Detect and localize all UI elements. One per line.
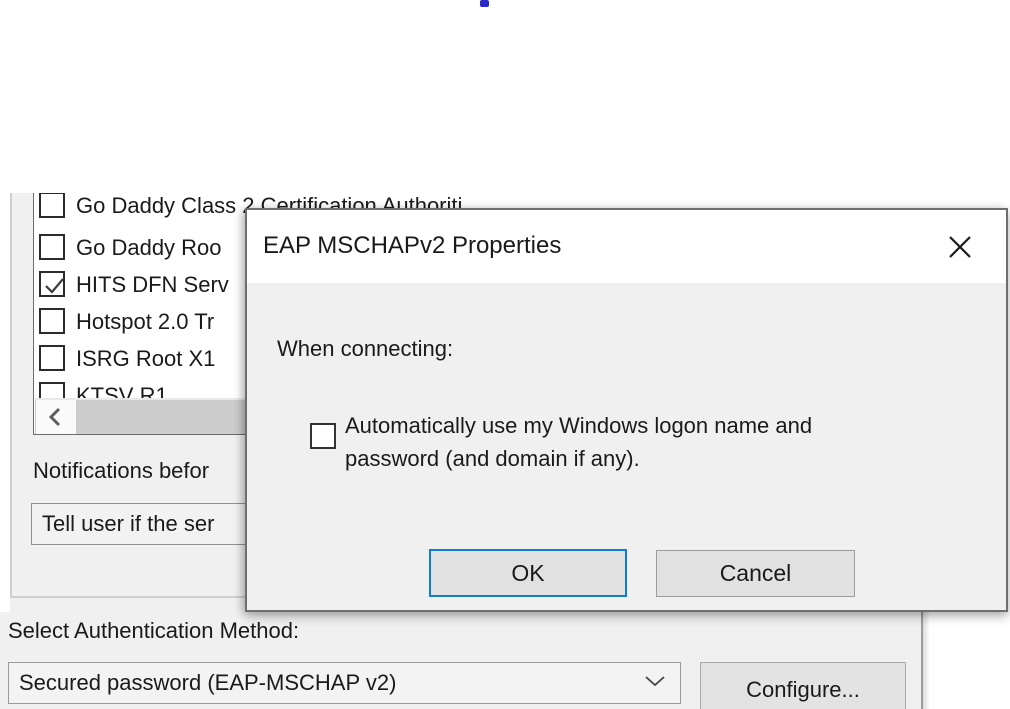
auto-logon-label-line1: Automatically use my Windows logon name … <box>345 409 812 442</box>
checkbox-unchecked[interactable] <box>39 308 65 334</box>
screen: Go Daddy Class 2 Certification Authoriti… <box>0 0 1010 709</box>
notifications-label: Notifications befor <box>33 458 209 484</box>
ok-button[interactable]: OK <box>429 549 627 597</box>
groupbox-bottom-border <box>10 596 246 598</box>
when-connecting-label: When connecting: <box>277 336 453 362</box>
cancel-button[interactable]: Cancel <box>656 550 855 597</box>
checkbox-unchecked[interactable] <box>39 193 65 218</box>
configure-button[interactable]: Configure... <box>700 662 906 709</box>
close-icon <box>946 233 974 261</box>
chevron-left-icon <box>44 403 68 431</box>
list-item-label: Go Daddy Roo <box>76 235 222 261</box>
groupbox-left-border <box>10 193 12 597</box>
checkbox-checked[interactable] <box>39 271 65 297</box>
auto-logon-label-line2: password (and domain if any). <box>345 442 812 475</box>
dialog-titlebar: EAP MSCHAPv2 Properties <box>247 210 1006 283</box>
chevron-down-icon <box>644 674 666 692</box>
list-item-label: ISRG Root X1 <box>76 346 215 372</box>
dialog-title: EAP MSCHAPv2 Properties <box>263 232 561 260</box>
list-item-label: Hotspot 2.0 Tr <box>76 309 214 335</box>
check-icon <box>41 273 67 299</box>
scroll-left-button[interactable] <box>36 400 76 434</box>
auto-logon-checkbox[interactable] <box>310 423 336 449</box>
auth-method-label: Select Authentication Method: <box>8 618 299 644</box>
notifications-dropdown-value: Tell user if the ser <box>42 511 214 537</box>
eap-mschapv2-dialog: EAP MSCHAPv2 Properties When connecting:… <box>245 208 1008 612</box>
checkbox-unchecked[interactable] <box>39 345 65 371</box>
blue-dot-artifact <box>480 0 489 7</box>
auth-method-dropdown[interactable]: Secured password (EAP-MSCHAP v2) <box>8 662 681 704</box>
close-button[interactable] <box>940 227 980 267</box>
checkbox-unchecked[interactable] <box>39 234 65 260</box>
list-item-label: HITS DFN Serv <box>76 272 229 298</box>
parent-window-shadow <box>923 612 930 709</box>
auto-logon-checkbox-label: Automatically use my Windows logon name … <box>345 409 812 475</box>
auth-method-dropdown-value: Secured password (EAP-MSCHAP v2) <box>19 670 396 696</box>
